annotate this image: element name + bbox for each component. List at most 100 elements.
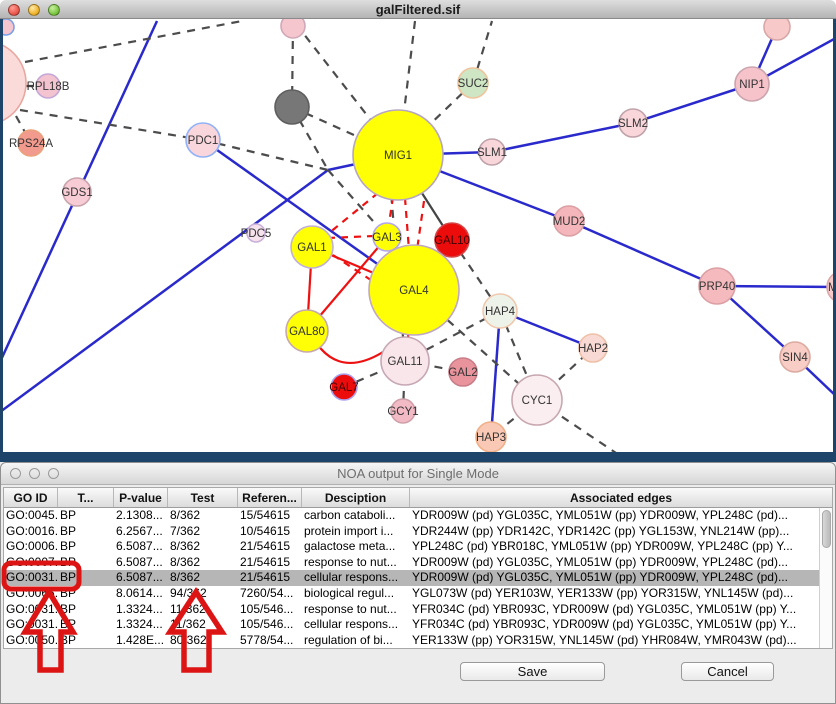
node-label-NIP1: NIP1 — [739, 79, 765, 91]
node-label-GAL80: GAL80 — [289, 326, 325, 338]
cell: response to nut... — [302, 602, 410, 618]
edge-blue — [0, 170, 328, 412]
node-label-PDC5: PDC5 — [241, 228, 272, 240]
column-header-t[interactable]: T... — [58, 488, 114, 507]
cell: 105/546... — [238, 602, 302, 618]
edge-reddash — [417, 201, 424, 250]
column-header-associated-edges[interactable]: Associated edges — [410, 488, 832, 507]
cell: BP — [58, 633, 114, 649]
cell: 94/362 — [168, 586, 238, 602]
cell: 6.5087... — [114, 539, 168, 555]
noa-results-table: GO IDT...P-valueTestReferen...Desciption… — [3, 487, 833, 649]
column-header-desciption[interactable]: Desciption — [302, 488, 410, 507]
minimize-button[interactable] — [29, 468, 40, 479]
cell: YFR034C (pd) YBR093C, YDR009W (pd) YGL03… — [410, 617, 819, 633]
node-label-HAP4: HAP4 — [485, 306, 516, 318]
cell: 6.5087... — [114, 570, 168, 586]
column-header-referen[interactable]: Referen... — [238, 488, 302, 507]
noa-titlebar[interactable]: NOA output for Single Mode — [1, 463, 835, 485]
node-label-SLM2: SLM2 — [618, 118, 648, 130]
table-row[interactable]: GO:0065...BP8.0614...94/3627260/54...bio… — [4, 586, 819, 602]
cell: BP — [58, 602, 114, 618]
zoom-button[interactable] — [48, 468, 59, 479]
column-header-test[interactable]: Test — [168, 488, 238, 507]
node-top-right-node[interactable] — [764, 19, 790, 40]
table-row[interactable]: GO:0031...BP1.3324...11/362105/546...res… — [4, 602, 819, 618]
cell: regulation of bi... — [302, 633, 410, 649]
table-row[interactable]: GO:0031...BP6.5087...8/36221/54615cellul… — [4, 570, 819, 586]
cell: 1.3324... — [114, 602, 168, 618]
column-header-p-value[interactable]: P-value — [114, 488, 168, 507]
cell: BP — [58, 524, 114, 540]
scrollbar-thumb[interactable] — [822, 510, 831, 548]
cell: YDR009W (pd) YGL035C, YML051W (pp) YDR00… — [410, 555, 819, 571]
cell: BP — [58, 555, 114, 571]
cell: 10/54615 — [238, 524, 302, 540]
screen: galFiltered.sif RPL18BRPS24AGDS1PDC1MIG1… — [0, 0, 836, 704]
cell: YPL248C (pd) YBR018C, YML051W (pp) YDR00… — [410, 539, 819, 555]
node-label-GAL2: GAL2 — [448, 367, 477, 379]
node-label-GAL4: GAL4 — [399, 285, 429, 297]
minimize-button[interactable] — [28, 4, 40, 16]
node-gray-node[interactable] — [275, 90, 309, 124]
cell: GO:0006... — [4, 539, 58, 555]
cell: 5778/54... — [238, 633, 302, 649]
node-label-HAP3: HAP3 — [476, 432, 506, 444]
network-canvas[interactable]: RPL18BRPS24AGDS1PDC1MIG1SUC2SLM1SLM2NIP1… — [0, 19, 836, 462]
network-view-frame — [0, 19, 3, 462]
cell: 6.5087... — [114, 555, 168, 571]
cancel-button[interactable]: Cancel — [681, 662, 774, 681]
edge-reddash — [328, 236, 374, 238]
node-label-GCY1: GCY1 — [387, 406, 418, 418]
table-header-row: GO IDT...P-valueTestReferen...Desciption… — [4, 488, 832, 508]
zoom-button[interactable] — [48, 4, 60, 16]
cell: 15/54615 — [238, 508, 302, 524]
table-body: GO:0045...BP2.1308...8/36215/54615carbon… — [4, 508, 819, 648]
window-controls — [8, 4, 60, 16]
node-label-PRP40: PRP40 — [699, 281, 735, 293]
column-header-go-id[interactable]: GO ID — [4, 488, 58, 507]
cell: BP — [58, 539, 114, 555]
node-label-SIN4: SIN4 — [782, 352, 808, 364]
edge-blue — [569, 221, 717, 286]
cell: 1.3324... — [114, 617, 168, 633]
cell: YGL073W (pd) YER103W, YER133W (pp) YOR31… — [410, 586, 819, 602]
cell: 21/54615 — [238, 539, 302, 555]
node-label-GAL1: GAL1 — [297, 242, 326, 254]
cell: 6.2567... — [114, 524, 168, 540]
cell: carbon cataboli... — [302, 508, 410, 524]
cell: GO:0031... — [4, 602, 58, 618]
close-button[interactable] — [8, 4, 20, 16]
node-label-HAP2: HAP2 — [578, 343, 608, 355]
node-label-SLM1: SLM1 — [477, 147, 507, 159]
save-button[interactable]: Save — [460, 662, 605, 681]
table-row[interactable]: GO:0006...BP6.5087...8/36221/54615galact… — [4, 539, 819, 555]
table-row[interactable]: GO:0050...BP1.428E...80/3625778/54...reg… — [4, 633, 819, 649]
table-row[interactable]: GO:0007...BP6.5087...8/36221/54615respon… — [4, 555, 819, 571]
node-big-left[interactable] — [0, 41, 26, 125]
cell: YDR009W (pd) YGL035C, YML051W (pp) YDR00… — [410, 570, 819, 586]
cell: YER133W (pp) YOR315W, YNL145W (pd) YHR08… — [410, 633, 819, 649]
network-titlebar[interactable]: galFiltered.sif — [0, 0, 836, 19]
table-row[interactable]: GO:0016...BP6.2567...7/36210/54615protei… — [4, 524, 819, 540]
table-row[interactable]: GO:0045...BP2.1308...8/36215/54615carbon… — [4, 508, 819, 524]
cell: 21/54615 — [238, 555, 302, 571]
close-button[interactable] — [10, 468, 21, 479]
edge-reddash — [405, 198, 409, 250]
cell: BP — [58, 617, 114, 633]
cell: 1.428E... — [114, 633, 168, 649]
cell: 7260/54... — [238, 586, 302, 602]
cell: 8/362 — [168, 508, 238, 524]
node-label-MUD2: MUD2 — [553, 216, 586, 228]
node-top-mid-node[interactable] — [281, 19, 305, 38]
table-row[interactable]: GO:0031...BP1.3324...11/362105/546...cel… — [4, 617, 819, 633]
edge-blue — [491, 311, 500, 437]
edge-dash — [20, 110, 203, 140]
cell: 8/362 — [168, 555, 238, 571]
cell: GO:0031... — [4, 617, 58, 633]
edge-dash — [25, 21, 242, 62]
edge-dash — [203, 140, 328, 170]
vertical-scrollbar[interactable] — [819, 508, 832, 648]
node-label-PDC1: PDC1 — [188, 135, 219, 147]
cell: 105/546... — [238, 617, 302, 633]
